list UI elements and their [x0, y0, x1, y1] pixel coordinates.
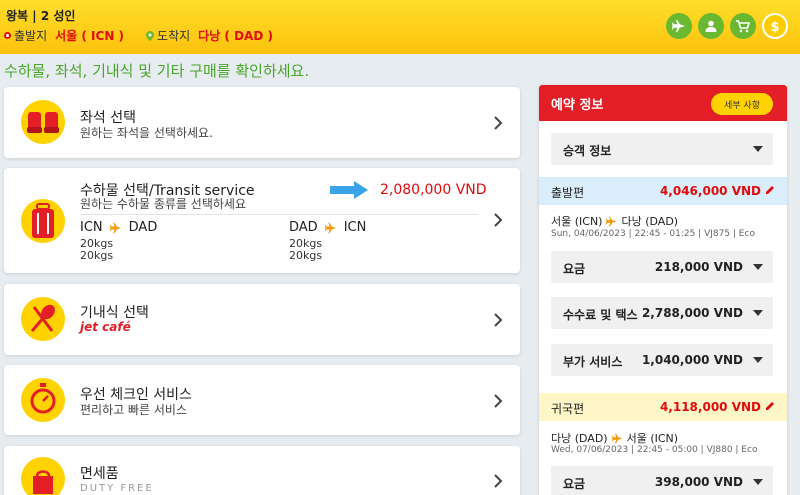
details-button[interactable]: 세부 사항 — [711, 93, 773, 115]
fork-spoon-icon — [21, 297, 65, 341]
leg-weight: 20kgs — [289, 249, 323, 262]
tax-label: 수수료 및 택스 — [563, 308, 638, 322]
fare-value: 398,000 VND — [654, 475, 743, 489]
chevron-right-icon — [494, 213, 503, 227]
leg-to: ICN — [343, 220, 367, 235]
inbound-band: 귀국편 4,118,000 VND — [539, 393, 787, 421]
plane-icon — [611, 433, 622, 443]
user-icon[interactable] — [698, 13, 724, 39]
outbound-total: 4,046,000 VND — [659, 184, 761, 198]
outbound-to: 다낭 (DAD) — [621, 215, 679, 228]
baggage-leg-return: DAD ICN 20kgs 20kgs — [289, 220, 366, 262]
outbound-label: 출발편 — [551, 186, 585, 200]
baggage-leg-outbound: ICN DAD 20kgs 20kgs — [80, 220, 157, 262]
plane-icon — [324, 222, 336, 233]
outbound-addon-dropdown[interactable]: 부가 서비스 1,040,000 VND — [551, 344, 773, 376]
chevron-right-icon — [494, 394, 503, 408]
arrow-right-icon — [330, 181, 368, 199]
outbound-tax-dropdown[interactable]: 수수료 및 택스 2,788,000 VND — [551, 297, 773, 329]
inbound-label: 귀국편 — [551, 402, 585, 416]
inbound-from: 다낭 (DAD) — [551, 432, 608, 445]
inbound-to: 서울 (ICN) — [626, 432, 679, 445]
arrival-label: 도착지 — [157, 29, 191, 43]
leg-weight: 20kgs — [80, 249, 114, 262]
leg-from: DAD — [289, 220, 318, 235]
booking-info-header: 예약 정보 세부 사항 — [539, 85, 787, 121]
chevron-right-icon — [494, 116, 503, 130]
shopping-bag-icon — [21, 457, 65, 495]
outbound-fare-dropdown[interactable]: 요금 218,000 VND — [551, 251, 773, 283]
duty-free-card[interactable]: 면세품 DUTY FREE — [4, 446, 520, 495]
fare-label: 요금 — [563, 262, 586, 276]
checkin-subtitle: 편리하고 빠른 서비스 — [80, 403, 187, 417]
route-summary[interactable]: 출발지 서울 ( ICN ) 도착지 다낭 ( DAD ) — [4, 27, 273, 44]
chevron-right-icon — [494, 474, 503, 488]
booking-info-title: 예약 정보 — [551, 98, 604, 113]
meal-title: 기내식 선택 — [80, 305, 149, 321]
caret-down-icon — [753, 264, 763, 270]
outbound-band: 출발편 4,046,000 VND — [539, 177, 787, 205]
outbound-from: 서울 (ICN) — [551, 215, 603, 228]
chevron-right-icon — [494, 313, 503, 327]
plane-icon[interactable] — [666, 13, 692, 39]
leg-to: DAD — [128, 220, 158, 235]
inbound-route: 다낭 (DAD) 서울 (ICN) — [551, 430, 678, 446]
edit-icon[interactable] — [765, 401, 775, 411]
leg-from: ICN — [80, 220, 103, 235]
inbound-fare-dropdown[interactable]: 요금 398,000 VND — [551, 466, 773, 495]
fare-value: 218,000 VND — [654, 260, 743, 274]
seat-selection-card[interactable]: 좌석 선택 원하는 좌석을 선택하세요. — [4, 87, 520, 158]
top-header: 왕복 | 2 성인 출발지 서울 ( ICN ) 도착지 다낭 ( DAD ) … — [0, 0, 800, 54]
duty-free-logo: DUTY FREE — [80, 483, 154, 494]
addon-label: 부가 서비스 — [563, 355, 623, 369]
plane-icon — [606, 216, 617, 226]
inbound-flight-meta: Wed, 07/06/2023 | 22:45 - 05:00 | VJ880 … — [551, 445, 758, 455]
priority-checkin-card[interactable]: 우선 체크인 서비스 편리하고 빠른 서비스 — [4, 365, 520, 435]
seat-subtitle: 원하는 좌석을 선택하세요. — [80, 126, 213, 140]
fare-label: 요금 — [563, 477, 586, 491]
departure-dot-icon — [4, 32, 11, 39]
baggage-subtitle: 원하는 수하물 종류를 선택하세요 — [80, 197, 247, 211]
svg-text:$: $ — [770, 20, 779, 33]
caret-down-icon — [753, 146, 763, 152]
cart-icon[interactable] — [730, 13, 756, 39]
meal-selection-card[interactable]: 기내식 선택 jet café — [4, 284, 520, 355]
tax-value: 2,788,000 VND — [641, 306, 743, 320]
passenger-info-label: 승객 정보 — [563, 144, 612, 158]
inbound-total: 4,118,000 VND — [659, 400, 761, 414]
seat-icon — [21, 100, 65, 144]
outbound-flight-meta: Sun, 04/06/2023 | 22:45 - 01:25 | VJ875 … — [551, 229, 755, 239]
jet-cafe-logo: jet café — [80, 320, 131, 334]
luggage-icon — [21, 199, 65, 243]
caret-down-icon — [753, 479, 763, 485]
baggage-selection-card[interactable]: 수하물 선택/Transit service 원하는 수하물 종류를 선택하세요… — [4, 168, 520, 273]
divider — [80, 214, 478, 215]
departure-label: 출발지 — [14, 29, 48, 43]
trip-type: 왕복 | 2 성인 — [6, 9, 76, 23]
caret-down-icon — [753, 310, 763, 316]
departure-value: 서울 ( ICN ) — [55, 29, 125, 43]
passenger-info-dropdown[interactable]: 승객 정보 — [551, 133, 773, 165]
plane-icon — [109, 222, 121, 233]
arrival-value: 다낭 ( DAD ) — [198, 29, 273, 43]
duty-free-title: 면세품 — [80, 466, 119, 482]
addon-value: 1,040,000 VND — [641, 353, 743, 367]
page-headline: 수하물, 좌석, 기내식 및 기타 구매를 확인하세요. — [4, 62, 310, 80]
baggage-price: 2,080,000 VND — [380, 182, 487, 198]
dollar-icon[interactable]: $ — [762, 13, 788, 39]
outbound-route: 서울 (ICN) 다낭 (DAD) — [551, 213, 678, 229]
edit-icon[interactable] — [765, 185, 775, 195]
caret-down-icon — [753, 357, 763, 363]
location-pin-icon — [146, 30, 155, 41]
stopwatch-icon — [21, 378, 65, 422]
booking-info-panel: 예약 정보 세부 사항 승객 정보 출발편 4,046,000 VND 서울 (… — [539, 85, 787, 495]
